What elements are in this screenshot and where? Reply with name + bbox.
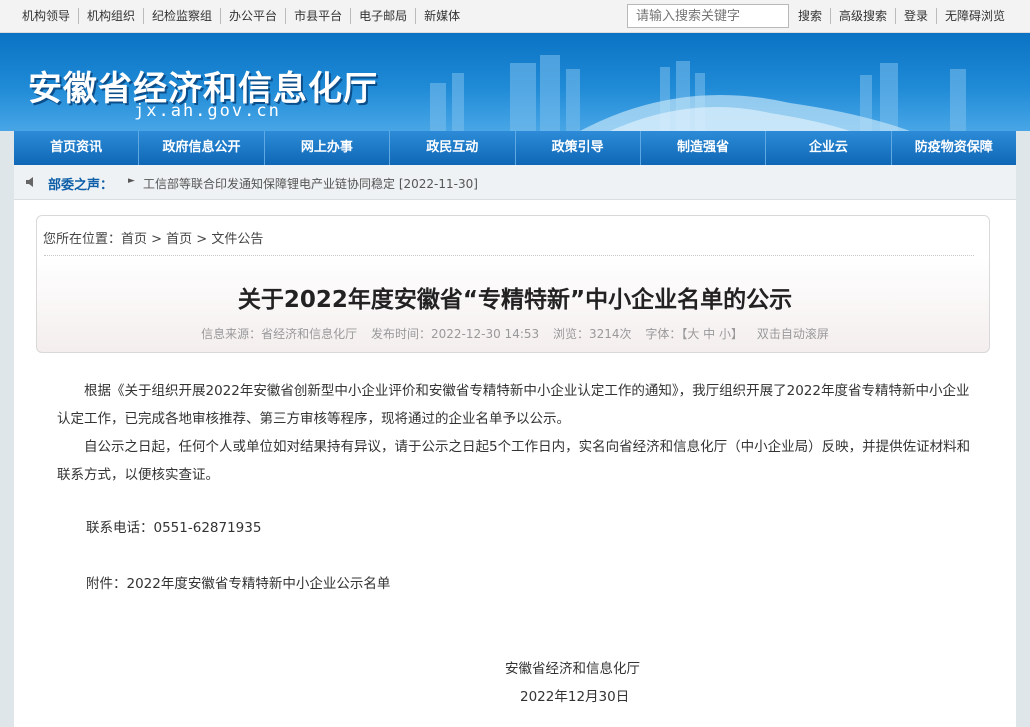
nav-item-policy[interactable]: 政策引导 <box>516 131 641 165</box>
article-meta: 信息来源：省经济和信息化厅 发布时间：2022-12-30 14:53 浏览：3… <box>0 325 1030 342</box>
article-source: 信息来源：省经济和信息化厅 <box>201 327 358 341</box>
signature-date: 2022年12月30日 <box>520 689 630 705</box>
link-organization[interactable]: 机构组织 <box>78 8 143 24</box>
article-title: 关于2022年度安徽省“专精特新”中小企业名单的公示 <box>237 287 793 313</box>
nav-item-enterprise-cloud[interactable]: 企业云 <box>766 131 892 165</box>
login-link[interactable]: 登录 <box>895 8 936 24</box>
accessibility-link[interactable]: 无障碍浏览 <box>936 8 1013 24</box>
article-paragraph-2: 自公示之日起，任何个人或单位如对结果持有异议，请于公示之日起5个工作日内，实名向… <box>57 439 971 483</box>
top-links: 机构领导 机构组织 纪检监察组 办公平台 市县平台 电子邮局 新媒体 <box>14 8 468 24</box>
news-ticker: 部委之声： ► 工信部等联合印发通知保障锂电产业链协同稳定 [2022-11-3… <box>14 165 1016 200</box>
city-skyline-graphic <box>430 55 966 131</box>
link-new-media[interactable]: 新媒体 <box>415 8 468 24</box>
divider <box>44 255 974 256</box>
ticker-headline[interactable]: 工信部等联合印发通知保障锂电产业链协同稳定 [2022-11-30] <box>143 175 478 192</box>
font-size-switch[interactable]: 字体：【大 中 小】 <box>645 327 743 341</box>
contact-phone: 联系电话：0551-62871935 <box>86 520 262 536</box>
top-utility-bar: 机构领导 机构组织 纪检监察组 办公平台 市县平台 电子邮局 新媒体 搜索 高级… <box>0 0 1030 33</box>
site-domain: jx.ah.gov.cn <box>134 101 281 121</box>
article-body: 根据《关于组织开展2022年安徽省创新型中小企业评价和安徽省专精特新中小企业认定… <box>57 377 973 489</box>
nav-item-home[interactable]: 首页资讯 <box>14 131 140 165</box>
nav-item-manufacturing[interactable]: 制造强省 <box>641 131 767 165</box>
ticker-label: 部委之声： <box>48 178 114 193</box>
breadcrumb[interactable]: 您所在位置：首页 > 首页 > 文件公告 <box>43 228 263 247</box>
nav-item-interaction[interactable]: 政民互动 <box>390 131 516 165</box>
attachment-link[interactable]: 附件：2022年度安徽省专精特新中小企业公示名单 <box>86 572 390 592</box>
link-email[interactable]: 电子邮局 <box>350 8 415 24</box>
link-office-platform[interactable]: 办公平台 <box>220 8 285 24</box>
link-leaders[interactable]: 机构领导 <box>14 8 78 24</box>
triangle-right-icon: ► <box>128 176 135 186</box>
article-paragraph-1: 根据《关于组织开展2022年安徽省创新型中小企业评价和安徽省专精特新中小企业认定… <box>57 383 970 427</box>
search-input[interactable] <box>627 4 789 28</box>
article-time: 发布时间：2022-12-30 14:53 <box>371 327 540 341</box>
link-city-platform[interactable]: 市县平台 <box>285 8 350 24</box>
right-links: 搜索 高级搜索 登录 无障碍浏览 <box>790 8 1013 24</box>
signature-org: 安徽省经济和信息化厅 <box>505 661 640 677</box>
advanced-search-link[interactable]: 高级搜索 <box>830 8 895 24</box>
link-discipline[interactable]: 纪检监察组 <box>143 8 220 24</box>
article-views: 浏览：3214次 <box>552 327 632 341</box>
nav-item-online-services[interactable]: 网上办事 <box>265 131 391 165</box>
search-button[interactable]: 搜索 <box>790 8 830 24</box>
nav-item-epidemic-supplies[interactable]: 防疫物资保障 <box>892 131 1016 165</box>
nav-item-gov-info[interactable]: 政府信息公开 <box>139 131 265 165</box>
site-banner: 安徽省经济和信息化厅 jx.ah.gov.cn <box>0 33 1030 131</box>
speaker-icon <box>26 177 33 187</box>
auto-scroll-link[interactable]: 双击自动滚屏 <box>757 327 829 341</box>
main-nav: 首页资讯 政府信息公开 网上办事 政民互动 政策引导 制造强省 企业云 防疫物资… <box>14 131 1016 165</box>
